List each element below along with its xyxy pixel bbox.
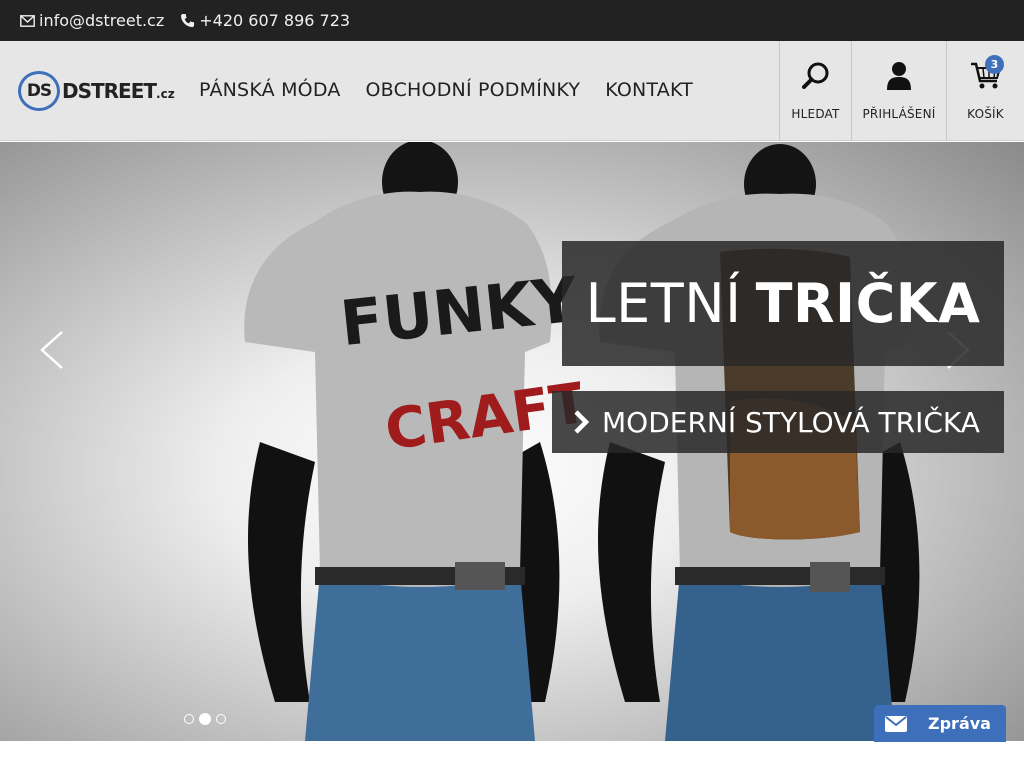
hero-subtitle: MODERNÍ STYLOVÁ TRIČKA: [602, 405, 980, 439]
hero-subtitle-link[interactable]: MODERNÍ STYLOVÁ TRIČKA: [552, 391, 1004, 453]
hero-title-light: LETNÍ: [585, 272, 742, 335]
phone-icon: [181, 13, 195, 28]
mannequin-left-image: FUNKY CRAFT: [244, 142, 580, 741]
top-contact-bar: info@dstreet.cz +420 607 896 723: [0, 0, 1024, 41]
slider-pagination: [184, 713, 231, 725]
chat-message-button[interactable]: Zpráva: [874, 705, 1006, 742]
hero-slider: FUNKY CRAFT LETNÍ TRIČKA MODERNÍ STYLOVÁ …: [0, 142, 1024, 741]
slider-dot-3[interactable]: [216, 714, 226, 724]
phone-text: +420 607 896 723: [199, 11, 351, 30]
login-label: PŘIHLÁŠENÍ: [862, 107, 936, 121]
chat-label: Zpráva: [928, 714, 991, 733]
slider-dot-2[interactable]: [199, 713, 211, 725]
main-nav: PÁNSKÁ MÓDA OBCHODNÍ PODMÍNKY KONTAKT: [199, 79, 718, 101]
hero-title-bold: TRIČKA: [755, 272, 981, 335]
search-label: HLEDAT: [791, 107, 840, 121]
nav-item-obchodni-podminky[interactable]: OBCHODNÍ PODMÍNKY: [366, 79, 581, 101]
login-button[interactable]: PŘIHLÁŠENÍ: [851, 41, 946, 141]
slider-prev-arrow-icon[interactable]: [38, 330, 66, 370]
envelope-icon: [20, 14, 35, 27]
chevron-right-icon: [574, 410, 590, 434]
email-text: info@dstreet.cz: [39, 11, 165, 30]
site-logo[interactable]: DS DSTREET.cz: [18, 71, 175, 111]
nav-item-panska-moda[interactable]: PÁNSKÁ MÓDA: [199, 79, 341, 101]
phone-link[interactable]: +420 607 896 723: [180, 11, 350, 30]
cart-count-badge: 3: [985, 55, 1004, 74]
nav-item-kontakt[interactable]: KONTAKT: [605, 79, 693, 101]
chat-envelope-icon: [874, 705, 918, 742]
email-link[interactable]: info@dstreet.cz: [20, 11, 164, 30]
cart-button[interactable]: 3 KOŠÍK: [946, 41, 1024, 141]
user-icon: [887, 62, 911, 90]
hero-title: LETNÍ TRIČKA: [562, 241, 1004, 366]
logo-wordmark: DSTREET.cz: [62, 79, 175, 103]
search-button[interactable]: HLEDAT: [779, 41, 851, 141]
logo-mark: DS: [18, 71, 60, 111]
site-header: DS DSTREET.cz PÁNSKÁ MÓDA OBCHODNÍ PODMÍ…: [0, 41, 1024, 141]
search-icon: [801, 62, 828, 89]
cart-label: KOŠÍK: [967, 107, 1004, 121]
header-tools: HLEDAT PŘIHLÁŠENÍ 3 KOŠÍK: [779, 41, 1024, 141]
slider-dot-1[interactable]: [184, 714, 194, 724]
